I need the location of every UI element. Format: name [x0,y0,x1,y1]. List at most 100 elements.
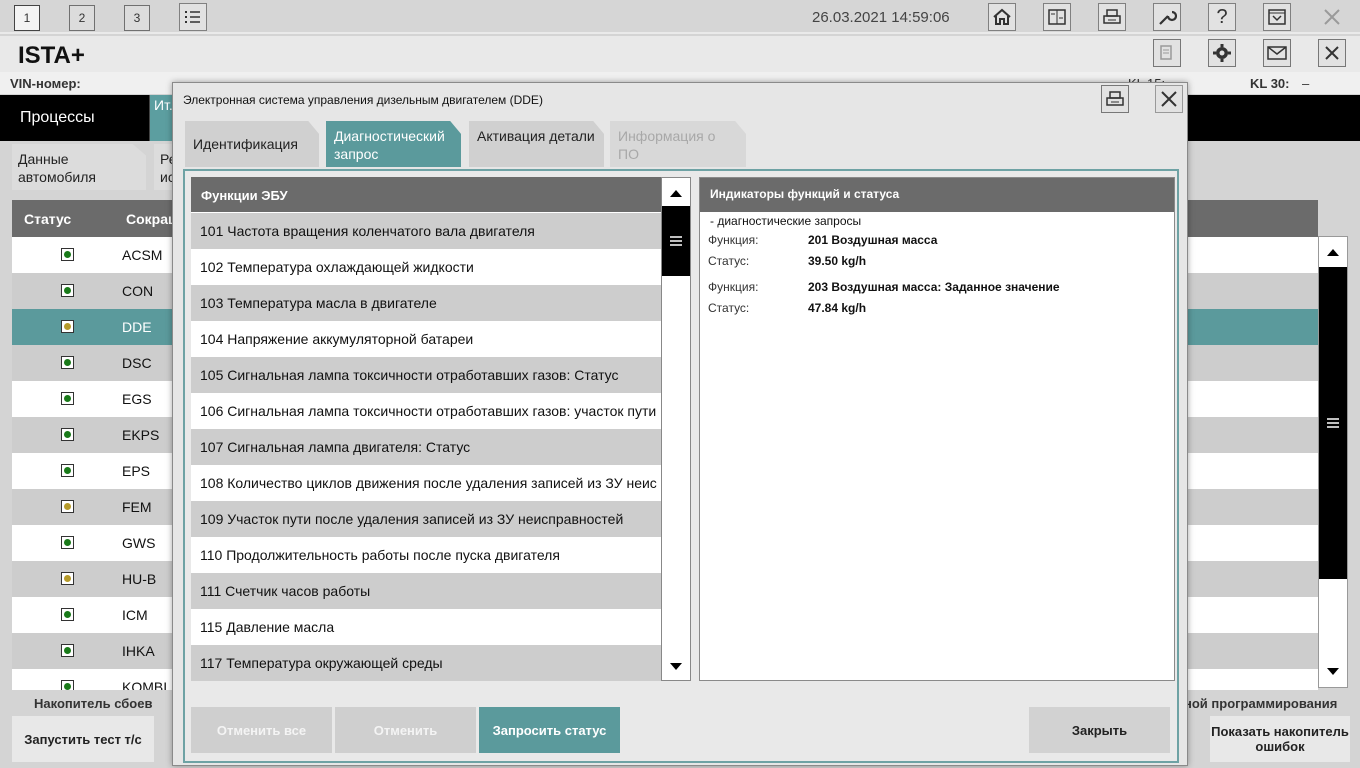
function-label: Функция: [708,233,759,247]
ecu-abbreviation: EPS [122,463,151,479]
ecu-abbreviation: FEM [122,499,152,515]
print-icon[interactable] [1101,85,1129,113]
tab-component-activation[interactable]: Активация детали [469,121,604,167]
scroll-down-icon[interactable] [1319,659,1347,685]
status-indicators-panel: Индикаторы функций и статуса - диагности… [699,177,1175,681]
status-led-icon [61,356,74,369]
function-item[interactable]: 111 Счетчик часов работы [191,573,661,609]
nav-processes[interactable]: Процессы [0,95,150,141]
session-tab-2[interactable]: 2 [69,5,95,31]
status-led-icon [61,464,74,477]
ecu-abbreviation: CON [122,283,154,299]
cancel-all-button[interactable]: Отменить все [191,707,332,753]
table-scrollbar[interactable] [1318,236,1348,688]
help-icon[interactable]: ? [1208,3,1236,31]
close-app-icon[interactable] [1318,39,1346,67]
function-item[interactable]: 102 Температура охлаждающей жидкости [191,249,661,285]
ecu-functions-list: Функции ЭБУ 101 Частота вращения коленча… [191,177,661,681]
ecu-abbreviation: EKPS [122,427,160,443]
cancel-button[interactable]: Отменить [335,707,476,753]
function-value: 201 Воздушная масса [808,233,938,247]
status-led-icon [61,608,74,621]
wrench-icon[interactable] [1153,3,1181,31]
col-status: Статус [24,211,72,227]
tab-software-info: Информация о ПО [610,121,746,167]
function-item[interactable]: 105 Сигнальная лампа токсичности отработ… [191,357,661,393]
home-icon[interactable] [988,3,1016,31]
status-led-icon [61,284,74,297]
download-icon[interactable] [1263,3,1291,31]
diagnostic-panel: Функции ЭБУ 101 Частота вращения коленча… [183,169,1179,763]
scroll-up-icon[interactable] [1319,239,1347,265]
status-led-icon [61,392,74,405]
close-button[interactable]: Закрыть [1029,707,1170,753]
kl30-label: KL 30: [1250,76,1290,91]
status-section-title: - диагностические запросы [710,214,862,228]
fault-memory-label: Накопитель сбоев [34,696,153,711]
status-led-icon [61,428,74,441]
status-value: 39.50 kg/h [808,254,867,268]
start-test-button[interactable]: Запустить тест т/с [12,716,154,762]
ecu-abbreviation: DSC [122,355,152,371]
function-item[interactable]: 110 Продолжительность работы после пуска… [191,537,661,573]
ecu-abbreviation: GWS [122,535,156,551]
list-icon[interactable] [179,3,207,31]
function-item[interactable]: 104 Напряжение аккумуляторной батареи [191,321,661,357]
programming-label: ной программирования [1184,696,1338,711]
print-icon[interactable] [1098,3,1126,31]
status-led-icon [61,680,74,690]
app-title: ISTA+ [18,42,85,69]
dialog-title: Электронная система управления дизельным… [183,93,543,107]
functions-header: Функции ЭБУ [191,177,661,212]
settings-icon[interactable] [1208,39,1236,67]
status-led-icon [61,572,74,585]
status-label: Статус: [708,254,750,268]
document-icon[interactable] [1153,39,1181,67]
vehicle-data-icon[interactable] [1043,3,1071,31]
request-status-button[interactable]: Запросить статус [479,707,620,753]
scroll-thumb[interactable] [662,206,690,276]
function-item[interactable]: 106 Сигнальная лампа токсичности отработ… [191,393,661,429]
ecu-dialog: Электронная система управления дизельным… [172,82,1188,766]
ecu-abbreviation: EGS [122,391,152,407]
function-item[interactable]: 117 Температура окружающей среды [191,645,661,681]
status-led-icon [61,644,74,657]
function-item[interactable]: 109 Участок пути после удаления записей … [191,501,661,537]
function-item[interactable]: 108 Количество циклов движения после уда… [191,465,661,501]
function-item[interactable]: 101 Частота вращения коленчатого вала дв… [191,213,661,249]
function-value: 203 Воздушная масса: Заданное значение [808,280,1060,294]
status-value: 47.84 kg/h [808,301,867,315]
function-label: Функция: [708,280,759,294]
mail-icon[interactable] [1263,39,1291,67]
close-icon[interactable] [1318,3,1346,31]
scroll-down-icon[interactable] [662,654,690,680]
status-led-icon [61,536,74,549]
status-led-icon [61,248,74,261]
tab-diagnostic-request[interactable]: Диагностический запрос [326,121,461,167]
tab-identification[interactable]: Идентификация [185,121,319,167]
status-label: Статус: [708,301,750,315]
function-item[interactable]: 115 Давление масла [191,609,661,645]
function-item[interactable]: 107 Сигнальная лампа двигателя: Статус [191,429,661,465]
ecu-abbreviation: ICM [122,607,148,623]
show-fault-memory-button[interactable]: Показать накопитель ошибок [1210,716,1350,762]
top-toolbar: 1 2 3 26.03.2021 14:59:06 ? [0,0,1360,34]
function-item[interactable]: 103 Температура масла в двигателе [191,285,661,321]
status-led-icon [61,320,74,333]
session-tab-1[interactable]: 1 [14,5,40,31]
functions-scrollbar[interactable] [661,177,691,681]
ecu-abbreviation: DDE [122,319,152,335]
scroll-up-icon[interactable] [662,180,690,206]
subtab-vehicle-data[interactable]: Данные автомобиля [12,144,146,190]
app-title-bar: ISTA+ [0,36,1360,72]
scroll-thumb[interactable] [1319,267,1347,579]
ecu-abbreviation: HU-B [122,571,157,587]
date-time: 26.03.2021 14:59:06 [812,9,950,26]
status-header: Индикаторы функций и статуса [700,178,1174,212]
status-led-icon [61,500,74,513]
session-tab-3[interactable]: 3 [124,5,150,31]
ecu-abbreviation: ACSM [122,247,163,263]
vin-label: VIN-номер: [10,76,81,91]
close-icon[interactable] [1155,85,1183,113]
ecu-abbreviation: IHKA [122,643,155,659]
